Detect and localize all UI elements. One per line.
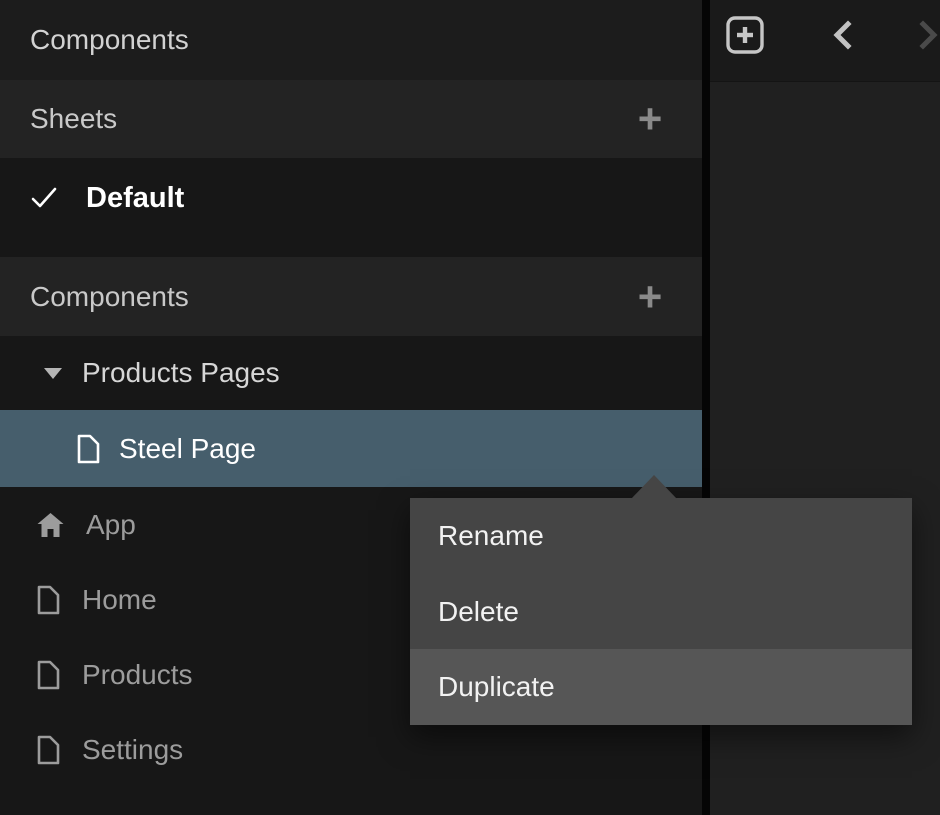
add-component-button[interactable]: + bbox=[628, 275, 672, 319]
section-sheets-label: Sheets bbox=[30, 103, 117, 135]
sidebar-item-label: Home bbox=[82, 584, 157, 616]
check-icon bbox=[28, 182, 60, 214]
menu-item-delete[interactable]: Delete bbox=[410, 574, 912, 650]
home-icon bbox=[35, 510, 66, 540]
sidebar-item-label: App bbox=[86, 509, 136, 541]
page-icon bbox=[75, 433, 102, 465]
tree-group-products-pages[interactable]: Products Pages bbox=[0, 336, 702, 410]
sidebar-item-label: Settings bbox=[82, 734, 183, 766]
page-icon bbox=[35, 584, 62, 616]
tree-group-label: Products Pages bbox=[82, 357, 280, 389]
section-sheets: Sheets + bbox=[0, 80, 702, 158]
sidebar-title-label: Components bbox=[30, 24, 189, 56]
menu-item-duplicate[interactable]: Duplicate bbox=[410, 649, 912, 725]
section-components-label: Components bbox=[30, 281, 189, 313]
chevron-left-icon[interactable] bbox=[822, 14, 864, 56]
chevron-right-icon[interactable] bbox=[907, 14, 940, 56]
menu-item-rename[interactable]: Rename bbox=[410, 498, 912, 574]
sidebar-item-label: Products bbox=[82, 659, 193, 691]
add-frame-icon[interactable] bbox=[724, 14, 766, 56]
sheet-item-label: Default bbox=[86, 182, 184, 215]
canvas-toolbar bbox=[710, 0, 940, 82]
page-icon bbox=[35, 734, 62, 766]
context-menu-arrow bbox=[631, 475, 677, 499]
context-menu: Rename Delete Duplicate bbox=[410, 498, 912, 725]
sheet-item-default[interactable]: Default bbox=[0, 158, 702, 238]
page-icon bbox=[35, 659, 62, 691]
caret-down-icon[interactable] bbox=[42, 366, 64, 381]
add-sheet-button[interactable]: + bbox=[628, 97, 672, 141]
tree-item-steel-page[interactable]: Steel Page bbox=[0, 410, 702, 487]
section-components: Components + bbox=[0, 257, 702, 336]
tree-item-label: Steel Page bbox=[119, 433, 256, 465]
sidebar-title: Components bbox=[0, 0, 702, 80]
